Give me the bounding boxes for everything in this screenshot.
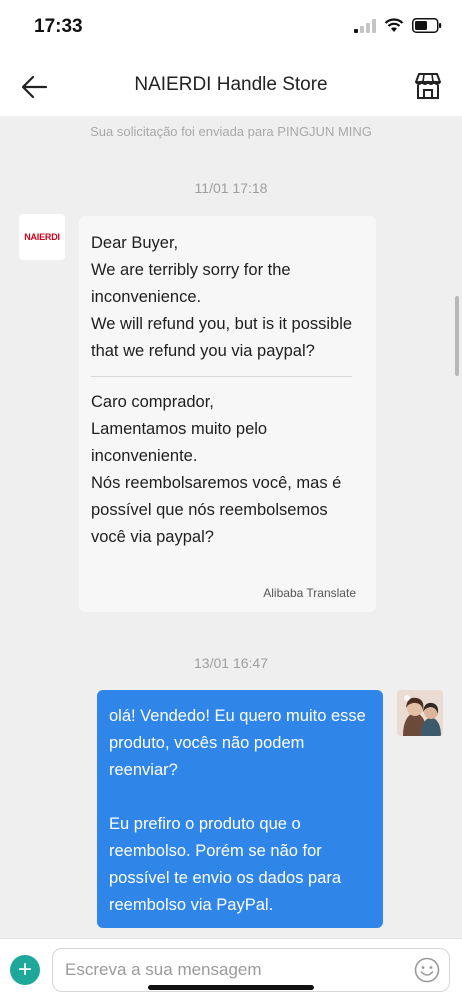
- translation-label: Alibaba Translate: [263, 586, 356, 600]
- store-title: NAIERDI Handle Store: [134, 74, 328, 95]
- translation-divider: [91, 376, 352, 377]
- emoji-button[interactable]: [414, 957, 440, 983]
- home-indicator: [148, 985, 314, 990]
- status-icons: [354, 18, 442, 33]
- translated-message-text: Caro comprador, Lamentamos muito pelo in…: [91, 393, 342, 546]
- seller-logo: NAIERDI: [24, 232, 60, 242]
- store-icon: [415, 73, 441, 99]
- signal-icon: [354, 18, 376, 33]
- smiley-icon: [414, 957, 440, 983]
- add-attachment-button[interactable]: +: [10, 955, 40, 985]
- message-timestamp: 11/01 17:18: [194, 180, 268, 196]
- status-time: 17:33: [34, 16, 83, 37]
- original-message-text: Dear Buyer, We are terribly sorry for th…: [91, 234, 353, 360]
- scrollbar[interactable]: [455, 296, 459, 376]
- plus-icon: +: [17, 956, 32, 983]
- wifi-icon: [384, 18, 404, 32]
- message-timestamp: 13/01 16:47: [194, 655, 268, 671]
- outgoing-message-text: olá! Vendedo! Eu quero muito esse produt…: [109, 707, 366, 914]
- outgoing-message[interactable]: olá! Vendedo! Eu quero muito esse produt…: [97, 690, 383, 928]
- status-bar: 17:33: [0, 0, 462, 56]
- store-button[interactable]: [412, 70, 444, 102]
- chat-area[interactable]: Sua solicitação foi enviada para PINGJUN…: [0, 116, 462, 938]
- system-notice: Sua solicitação foi enviada para PINGJUN…: [90, 124, 372, 139]
- chat-header: NAIERDI Handle Store: [0, 56, 462, 116]
- battery-icon: [412, 18, 442, 33]
- seller-avatar[interactable]: NAIERDI: [19, 214, 65, 260]
- buyer-avatar-image: [397, 690, 443, 736]
- incoming-message[interactable]: Dear Buyer, We are terribly sorry for th…: [79, 216, 376, 612]
- message-input-bar: +: [0, 938, 462, 1000]
- buyer-avatar[interactable]: [397, 690, 443, 736]
